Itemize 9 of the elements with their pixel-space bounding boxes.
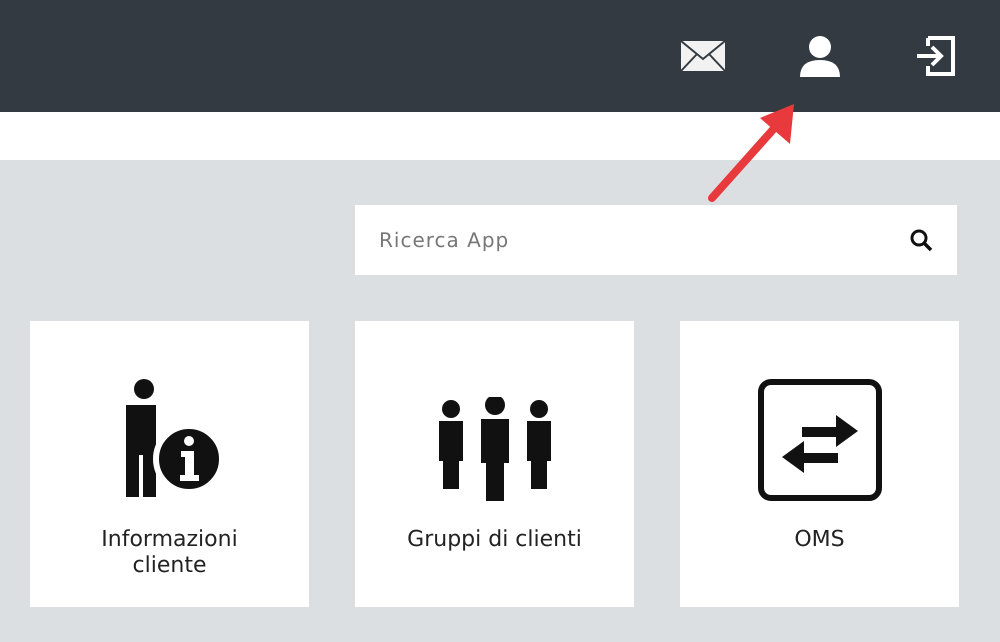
search-field[interactable]: Ricerca App xyxy=(355,205,957,275)
mail-icon[interactable] xyxy=(680,40,726,72)
search-icon[interactable] xyxy=(909,228,933,252)
user-icon[interactable] xyxy=(798,35,842,77)
app-tile[interactable]: OMS xyxy=(680,321,959,607)
exchange-icon xyxy=(758,379,882,501)
app-tile[interactable]: Informazioni cliente xyxy=(30,321,309,607)
app-tile[interactable]: Gruppi di clienti xyxy=(355,321,634,607)
logout-icon[interactable] xyxy=(914,35,956,77)
